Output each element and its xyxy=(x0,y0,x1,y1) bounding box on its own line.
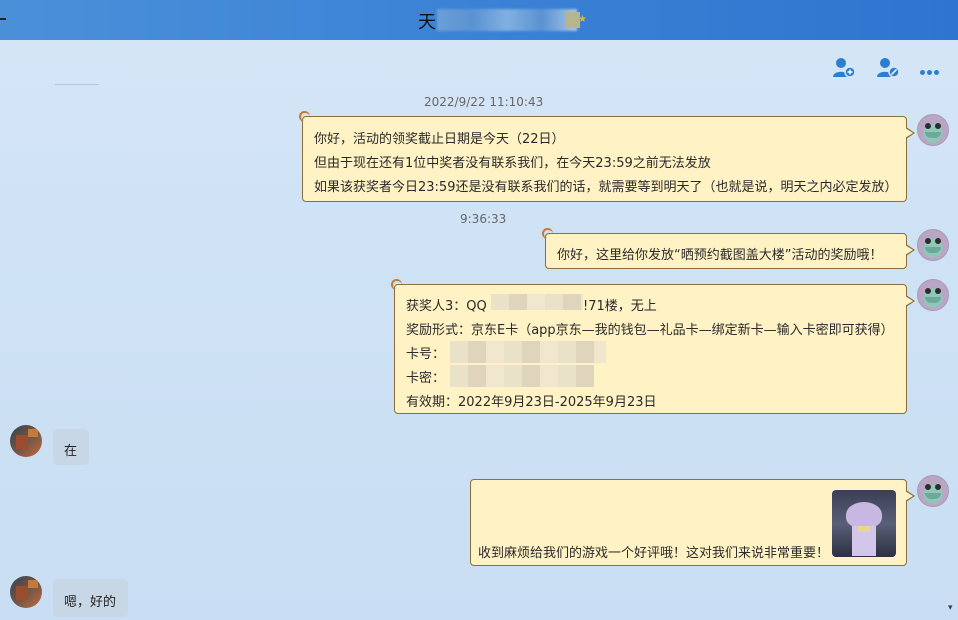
bubble-tail xyxy=(905,127,915,139)
message-text: 收到麻烦给我们的游戏一个好评哦！这对我们来说非常重要！ xyxy=(478,546,830,561)
timestamp: 2022/9/22 11:10:43 xyxy=(424,95,544,109)
person-add-icon[interactable] xyxy=(832,56,856,78)
avatar[interactable] xyxy=(917,114,949,146)
redacted-qq xyxy=(491,294,583,310)
contact-avatar[interactable] xyxy=(10,576,42,608)
avatar[interactable] xyxy=(917,279,949,311)
star-icon: ★ xyxy=(578,14,587,25)
bubble-curl-decoration xyxy=(542,226,556,239)
person-block-icon[interactable] xyxy=(876,56,900,78)
timestamp: 9:36:33 xyxy=(460,212,507,226)
reply-text: 在 xyxy=(64,444,78,459)
reply-text: 嗯，好的 xyxy=(64,595,117,610)
bubble-curl-decoration xyxy=(391,277,405,290)
game-screenshot-image[interactable] xyxy=(832,490,896,557)
card-password-label: 卡密： xyxy=(406,371,446,386)
avatar[interactable] xyxy=(917,475,949,507)
window-title: 天 xyxy=(418,12,436,33)
scroll-down-icon[interactable]: ▾ xyxy=(948,603,953,613)
divider xyxy=(55,84,99,85)
redacted-card-number xyxy=(450,341,606,363)
title-bar: 天 ★ xyxy=(0,0,958,40)
winner-label: 获奖人3：QQ xyxy=(406,299,487,314)
reward-type: 奖励形式：京东E卡（app京东—我的钱包—礼品卡—绑定新卡—输入卡密即可获得） xyxy=(406,323,894,338)
message-bubble[interactable]: 你好，这里给你发放“晒预约截图盖大楼”活动的奖励哦！ xyxy=(542,228,915,269)
contact-avatar[interactable] xyxy=(10,425,42,457)
reply-bubble[interactable]: 在 xyxy=(53,429,89,465)
bubble-tail xyxy=(905,244,915,256)
message-line: 但由于现在还有1位中奖者没有联系我们，在今天23:59之前无法发放 xyxy=(314,156,711,171)
more-icon[interactable] xyxy=(920,64,941,79)
bubble-tail xyxy=(905,295,915,307)
redacted-card-password xyxy=(450,365,594,387)
message-bubble[interactable]: 获奖人3：QQ !71楼，无上 奖励形式：京东E卡（app京东—我的钱包—礼品卡… xyxy=(391,279,915,414)
message-line: 如果该获奖者今日23:59还是没有联系我们的话，就需要等到明天了（也就是说，明天… xyxy=(314,180,898,195)
message-line: 你好，活动的领奖截止日期是今天（22日） xyxy=(314,132,565,147)
bubble-curl-decoration xyxy=(299,109,313,122)
validity-period: 有效期：2022年9月23日-2025年9月23日 xyxy=(406,395,657,410)
message-bubble[interactable]: 你好，活动的领奖截止日期是今天（22日） 但由于现在还有1位中奖者没有联系我们，… xyxy=(299,111,915,202)
window-edge xyxy=(0,18,6,20)
avatar[interactable] xyxy=(917,229,949,261)
bubble-tail xyxy=(905,490,915,502)
card-number-label: 卡号： xyxy=(406,347,446,362)
reply-bubble[interactable]: 嗯，好的 xyxy=(53,579,128,617)
message-text: 你好，这里给你发放“晒预约截图盖大楼”活动的奖励哦！ xyxy=(557,248,883,263)
message-bubble[interactable]: 收到麻烦给我们的游戏一个好评哦！这对我们来说非常重要！ xyxy=(470,479,915,566)
redacted-title xyxy=(437,9,577,31)
winner-floor: !71楼，无上 xyxy=(583,299,657,314)
